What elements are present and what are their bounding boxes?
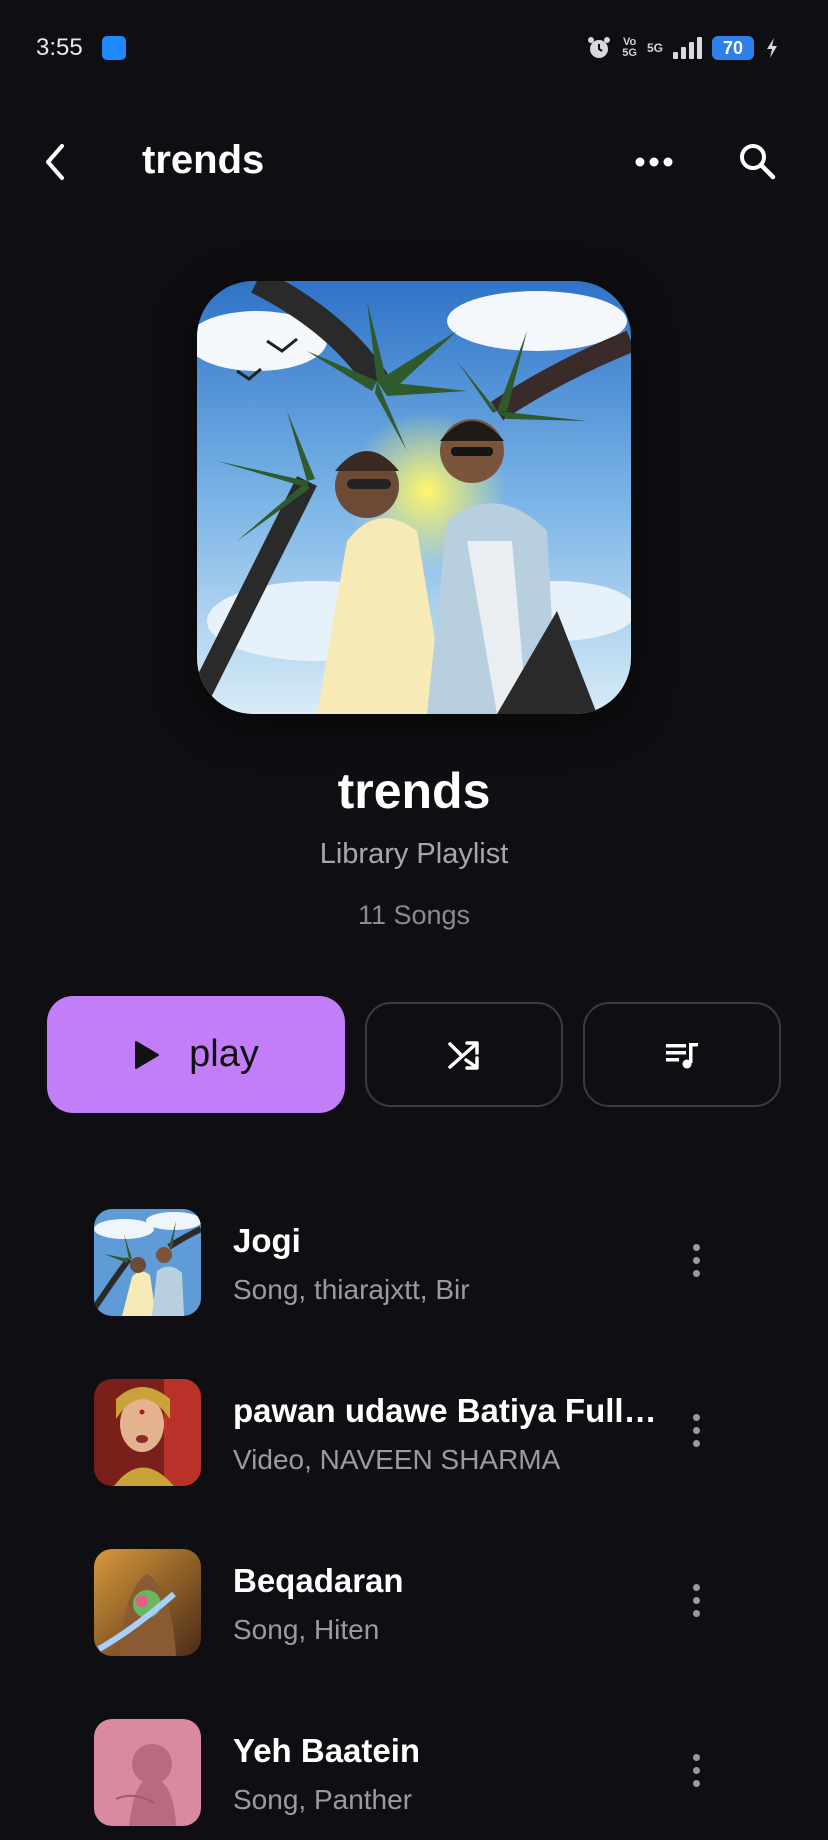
shuffle-button[interactable] [365,1002,563,1107]
shuffle-icon [448,1040,479,1070]
more-options-button[interactable] [632,140,676,184]
song-row[interactable]: Yeh Baatein Song, Panther [0,1710,828,1830]
status-indicators: Vo 5G 5G 70 [586,32,780,64]
playlist-screen: 3:55 Vo 5G 5G 70 trends trends Library P… [0,0,828,1840]
playlist-subtitle: Library Playlist [319,838,509,870]
network-type: 5G [646,41,663,55]
back-arrow-icon [46,144,64,180]
song-row[interactable]: Beqadaran Song, Hiten [0,1540,828,1660]
song-more-button[interactable] [678,1232,714,1288]
add-to-queue-button[interactable] [583,1002,781,1107]
song-meta: Video, NAVEEN SHARMA [233,1444,561,1475]
song-more-button[interactable] [678,1402,714,1458]
playlist-title: trends [337,763,491,819]
playlist-cover-art [197,281,631,714]
battery-level: 70 [722,37,744,58]
song-thumbnail [94,1549,201,1656]
song-more-button[interactable] [678,1742,714,1798]
song-more-button[interactable] [678,1572,714,1628]
playlist-song-count: 11 Songs [357,900,471,930]
charging-icon [767,38,777,58]
song-thumbnail [94,1379,201,1486]
song-thumbnail [94,1209,201,1316]
signal-icon [673,37,702,59]
volte-indicator: Vo 5G [622,36,637,59]
song-row[interactable]: pawan udawe Batiya Full s... Video, NAVE… [0,1370,828,1490]
song-title: Jogi [233,1222,301,1259]
queue-music-icon [666,1042,698,1068]
back-button[interactable] [34,140,78,184]
play-button[interactable]: play [47,996,345,1113]
search-button[interactable] [734,138,780,184]
status-bar: 3:55 Vo 5G 5G 70 [0,0,828,96]
song-title: Yeh Baatein [233,1732,421,1769]
status-time: 3:55 [36,34,83,61]
search-icon [740,144,776,180]
top-app-bar: trends [0,120,828,204]
song-meta: Song, Hiten [233,1614,380,1645]
song-meta: Song, thiarajxtt, Bir [233,1274,470,1305]
alarm-icon [588,37,611,58]
song-row[interactable]: Jogi Song, thiarajxtt, Bir [0,1200,828,1320]
play-button-label: play [189,1033,259,1075]
play-icon [135,1040,160,1069]
song-title: Beqadaran [233,1562,404,1599]
header-title: trends [142,138,265,182]
song-thumbnail [94,1719,201,1826]
song-meta: Song, Panther [233,1784,413,1815]
more-horizontal-icon [635,157,673,167]
song-title: pawan udawe Batiya Full s... [233,1392,663,1429]
battery-icon: 70 [712,36,754,60]
android-app-icon [102,36,126,60]
